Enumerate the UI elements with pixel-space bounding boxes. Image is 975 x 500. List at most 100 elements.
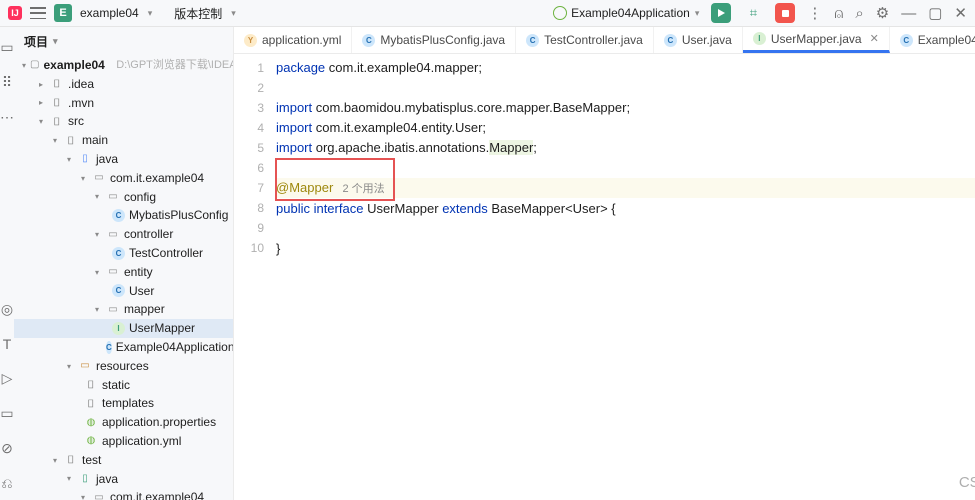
close-tab-icon[interactable]: ✕ <box>870 32 879 45</box>
vcs-menu[interactable]: 版本控制 <box>174 5 222 22</box>
tree-item[interactable]: ▾▭com.it.example04 <box>14 169 233 188</box>
root-path: D:\GPT浏览器下载\IDEA代码\日常代码 <box>116 58 233 73</box>
tree-item[interactable]: static <box>14 376 233 395</box>
tree-item[interactable]: CExample04Application <box>14 338 233 357</box>
package-icon: ▭ <box>92 491 106 500</box>
class-icon: C <box>112 247 125 260</box>
code-content[interactable]: package com.it.example04.mapper; import … <box>276 54 975 500</box>
ide-logo-icon: IJ <box>8 6 22 20</box>
tab-label: application.yml <box>262 33 341 47</box>
code-area[interactable]: 12345678910 package com.it.example04.map… <box>234 54 975 500</box>
tree-item[interactable]: ▸.idea <box>14 75 233 94</box>
left-toolbar: ▭ ⠿ ⋯ ◎ T ▷ ▭ ⊘ ⎌ <box>0 27 14 500</box>
tree-item[interactable]: ▾▯java <box>14 150 233 169</box>
sidebar-header[interactable]: 项目 ▾ <box>14 27 233 56</box>
tab-label: TestController.java <box>544 33 643 47</box>
stop-button[interactable] <box>775 3 795 23</box>
close-icon[interactable]: ✕ <box>954 4 967 22</box>
file-type-icon: C <box>362 34 375 47</box>
chevron-down-icon[interactable]: ▾ <box>148 8 153 19</box>
tree-item[interactable]: ▾▭mapper <box>14 300 233 319</box>
class-icon: C <box>112 284 125 297</box>
editor-tab[interactable]: CUser.java <box>654 27 743 53</box>
tree-item[interactable]: ▸.mvn <box>14 94 233 113</box>
maximize-icon[interactable]: ▢ <box>928 4 942 22</box>
tree-item[interactable]: ▾▭config <box>14 188 233 207</box>
debug-button[interactable] <box>743 3 763 23</box>
tree-item[interactable]: CMybatisPlusConfig <box>14 206 233 225</box>
tree-item-selected[interactable]: IUserMapper <box>14 319 233 338</box>
tree-item[interactable]: CTestController <box>14 244 233 263</box>
tree-item[interactable]: ◍application.yml <box>14 432 233 451</box>
tree-root[interactable]: ▾example04 D:\GPT浏览器下载\IDEA代码\日常代码 <box>14 56 233 75</box>
folder-icon <box>50 96 64 110</box>
run-button[interactable] <box>711 3 731 23</box>
folder-icon <box>64 134 78 148</box>
tab-label: MybatisPlusConfig.java <box>380 33 505 47</box>
tree-item[interactable]: ▾test <box>14 451 233 470</box>
file-type-icon: C <box>664 34 677 47</box>
spring-props-icon: ◍ <box>84 416 98 430</box>
project-badge[interactable]: E <box>54 4 72 22</box>
run-tool-icon[interactable]: ▷ <box>2 370 13 387</box>
chevron-down-icon[interactable]: ▾ <box>231 8 236 19</box>
spring-icon <box>553 6 567 20</box>
tree-item[interactable]: ▾▭com.it.example04 <box>14 488 233 500</box>
resources-icon: ▭ <box>78 359 92 373</box>
editor-tab[interactable]: IUserMapper.java✕ <box>743 27 890 53</box>
search-icon[interactable]: ⌕ <box>855 5 863 22</box>
minimize-icon[interactable]: — <box>901 5 916 22</box>
tree-item[interactable]: ▾▭entity <box>14 263 233 282</box>
structure-tool-icon[interactable]: ⠿ <box>2 74 12 91</box>
file-type-icon: Y <box>244 34 257 47</box>
code-with-me-icon[interactable]: ⍝ <box>834 5 843 22</box>
gutter: 12345678910 <box>234 54 276 500</box>
class-icon: C <box>112 209 125 222</box>
package-icon: ▭ <box>92 171 106 185</box>
folder-icon <box>84 397 98 411</box>
more-icon[interactable]: ⋮ <box>807 4 822 22</box>
tree-item[interactable]: templates <box>14 394 233 413</box>
terminal-icon[interactable]: T <box>3 336 12 352</box>
tree-item[interactable]: ◍application.properties <box>14 413 233 432</box>
editor-tab[interactable]: Yapplication.yml <box>234 27 352 53</box>
vcs-tool-icon[interactable]: ⎌ <box>1 475 12 492</box>
watermark: CSDN @等什么君！ <box>959 471 975 492</box>
run-config-label: Example04Application <box>571 6 690 20</box>
tree-item[interactable]: ▾src <box>14 112 233 131</box>
editor-tab[interactable]: C TestController.java <box>516 27 654 53</box>
menu-icon[interactable] <box>30 7 46 19</box>
services-icon[interactable]: ◎ <box>1 301 13 318</box>
tree-item[interactable]: ▾▭controller <box>14 225 233 244</box>
editor-tab[interactable]: CExample04Application.ja <box>890 27 975 53</box>
more-tool-icon[interactable]: ⋯ <box>0 109 14 126</box>
chevron-down-icon: ▾ <box>53 36 58 47</box>
folder-icon <box>64 453 78 467</box>
editor-tab[interactable]: C MybatisPlusConfig.java <box>352 27 516 53</box>
titlebar: IJ E example04 ▾ 版本控制 ▾ Example04Applica… <box>0 0 975 27</box>
folder-icon <box>84 378 98 392</box>
file-type-icon: C <box>526 34 539 47</box>
project-name[interactable]: example04 <box>80 6 139 20</box>
sidebar-title: 项目 <box>24 33 48 50</box>
project-tool-icon[interactable]: ▭ <box>0 39 13 56</box>
tab-label: UserMapper.java <box>771 32 862 46</box>
module-icon <box>30 58 39 72</box>
test-java-icon: ▯ <box>78 472 92 486</box>
spring-yml-icon: ◍ <box>84 434 98 448</box>
tree-item[interactable]: ▾▯java <box>14 470 233 489</box>
tree-item[interactable]: ▾▭resources <box>14 357 233 376</box>
package-icon: ▭ <box>106 303 120 317</box>
package-icon: ▭ <box>106 265 120 279</box>
tree-item[interactable]: ▾main <box>14 131 233 150</box>
root-label: example04 <box>43 57 104 74</box>
settings-icon[interactable]: ⚙ <box>876 4 889 22</box>
package-icon: ▭ <box>106 228 120 242</box>
run-config-selector[interactable]: Example04Application ▾ <box>553 6 699 20</box>
project-tree[interactable]: ▾example04 D:\GPT浏览器下载\IDEA代码\日常代码 ▸.ide… <box>14 56 233 500</box>
tree-item[interactable]: CUser <box>14 282 233 301</box>
problems-icon[interactable]: ⊘ <box>1 440 13 457</box>
interface-icon: I <box>112 322 125 335</box>
class-icon: C <box>106 341 112 354</box>
build-tool-icon[interactable]: ▭ <box>0 405 13 422</box>
